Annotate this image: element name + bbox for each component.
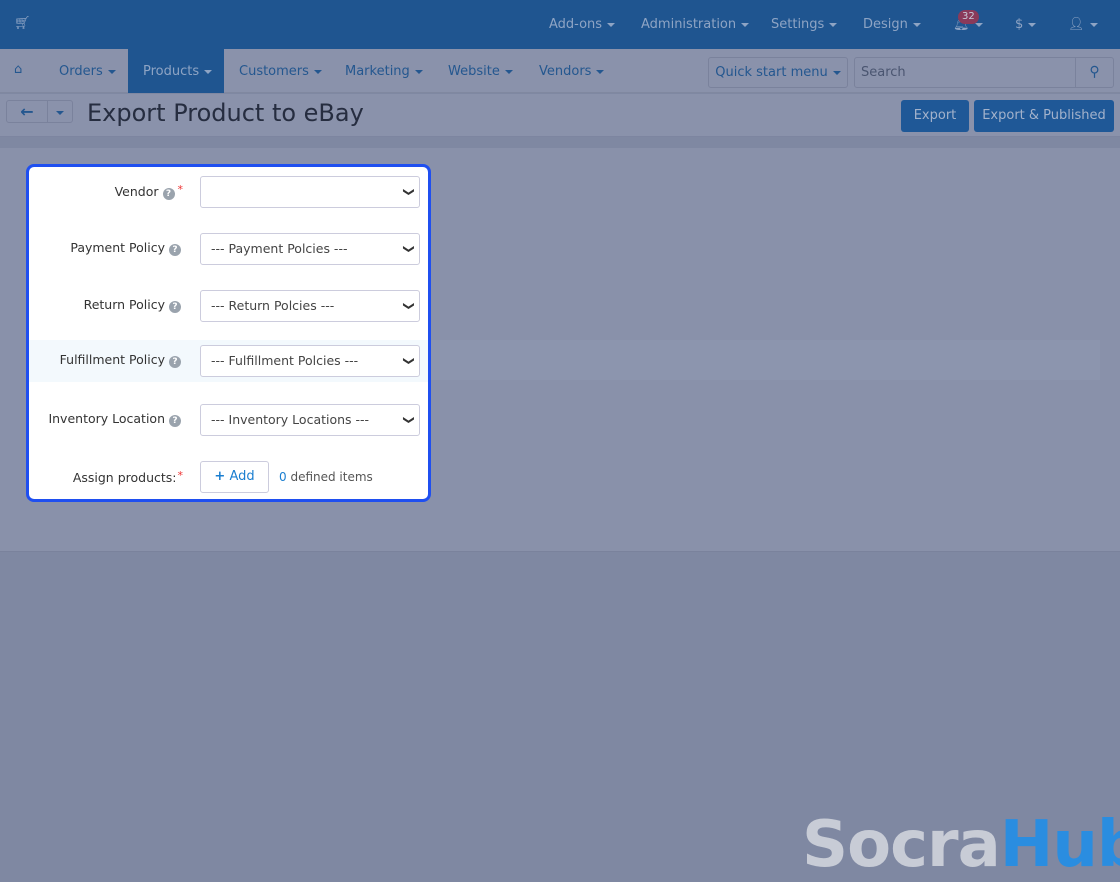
label: Add [229, 469, 255, 484]
label: Design [863, 17, 908, 32]
value: --- Inventory Locations --- [211, 412, 370, 427]
wm-part1: Socra [802, 808, 1001, 882]
text: Inventory Location [48, 411, 165, 426]
add-products-button[interactable]: + Add [200, 461, 269, 493]
label: Orders [59, 64, 103, 79]
row-highlight [430, 340, 1100, 380]
assign-label: Assign products:* [73, 469, 183, 485]
payment-row: Payment Policy? --- Payment Polcies --- ❯ [29, 228, 428, 270]
export-form: Vendor? * ❯ Payment Policy? --- Payment P… [26, 164, 431, 502]
return-label: Return Policy? [84, 297, 181, 313]
help-icon[interactable]: ? [169, 415, 181, 427]
return-row: Return Policy? --- Return Polcies --- ❯ [29, 285, 428, 327]
label: Quick start menu [715, 65, 828, 80]
required-mark: * [177, 183, 184, 196]
user-icon[interactable]: 👤︎ [1068, 17, 1098, 32]
export-published-button[interactable]: Export & Published [974, 100, 1114, 132]
back-dropdown[interactable] [47, 100, 73, 123]
required-mark: * [177, 469, 184, 482]
notification-badge: 32 [958, 10, 979, 24]
inventory-location-select[interactable]: --- Inventory Locations --- ❯ [200, 404, 420, 436]
plus-icon: + [214, 469, 226, 484]
payment-policy-select[interactable]: --- Payment Polcies --- ❯ [200, 233, 420, 265]
chevron-down-icon: ❯ [402, 187, 416, 197]
defined-items-count: 0 defined items [279, 470, 373, 484]
nav-marketing[interactable]: Marketing [345, 64, 423, 79]
nav-orders[interactable]: Orders [59, 64, 116, 79]
currency-menu[interactable]: $ [1015, 17, 1037, 32]
text: Vendor [114, 184, 159, 199]
help-icon[interactable]: ? [169, 301, 181, 313]
menu-administration[interactable]: Administration [641, 17, 750, 32]
text: Return Policy [83, 297, 165, 312]
fulfillment-policy-select[interactable]: --- Fulfillment Polcies --- ❯ [200, 345, 420, 377]
wm-part2: Hub [999, 808, 1120, 882]
menu-settings[interactable]: Settings [771, 17, 838, 32]
help-icon[interactable]: ? [169, 356, 181, 368]
search-icon[interactable]: ⚲ [1075, 58, 1113, 87]
fulfillment-row: Fulfillment Policy? --- Fulfillment Polc… [29, 340, 428, 382]
vendor-select[interactable]: ❯ [200, 176, 420, 208]
label: Customers [239, 64, 309, 79]
search-input[interactable] [855, 58, 1075, 87]
assign-row: Assign products:* + Add 0 defined items [29, 458, 428, 499]
payment-label: Payment Policy? [70, 240, 181, 256]
label: Administration [641, 17, 737, 32]
inventory-label: Inventory Location? [48, 411, 181, 427]
chevron-down-icon: ❯ [402, 244, 416, 254]
page-title: Export Product to eBay [87, 99, 364, 127]
chevron-down-icon: ❯ [402, 301, 416, 311]
vendor-row: Vendor? * ❯ [29, 171, 428, 213]
help-icon[interactable]: ? [169, 244, 181, 256]
value: --- Return Polcies --- [211, 298, 335, 313]
nav-products[interactable]: Products [143, 64, 213, 79]
label: Products [143, 64, 200, 79]
return-policy-select[interactable]: --- Return Polcies --- ❯ [200, 290, 420, 322]
count: 0 [279, 470, 287, 484]
menu-design[interactable]: Design [863, 17, 921, 32]
socrahub-watermark: SocraHub [802, 808, 1120, 882]
menu-addons[interactable]: Add-ons [549, 17, 616, 32]
label: $ [1015, 17, 1024, 32]
label: Add-ons [549, 17, 603, 32]
back-button[interactable]: ← [6, 100, 48, 123]
label: Website [448, 64, 500, 79]
label: Vendors [539, 64, 592, 79]
help-icon[interactable]: ? [162, 188, 175, 200]
chevron-down-icon: ❯ [402, 415, 416, 425]
nav-vendors[interactable]: Vendors [539, 64, 605, 79]
chevron-down-icon: ❯ [402, 356, 416, 366]
label: Settings [771, 17, 825, 32]
fulfillment-label: Fulfillment Policy? [60, 352, 181, 368]
text: Payment Policy [70, 240, 165, 255]
cart-icon[interactable]: 🛒︎ [14, 16, 31, 31]
text: Fulfillment Policy [59, 352, 165, 367]
search-box: ⚲ [854, 57, 1114, 88]
home-icon[interactable]: ⌂ [14, 62, 22, 77]
quick-start-menu[interactable]: Quick start menu [708, 57, 848, 88]
text: Assign products: [72, 470, 177, 485]
nav-customers[interactable]: Customers [239, 64, 322, 79]
inventory-row: Inventory Location? --- Inventory Locati… [29, 399, 428, 441]
vendor-label: Vendor? * [115, 183, 183, 200]
top-bar: 🛒︎ Add-ons Administration Settings Desig… [0, 0, 1120, 49]
export-button[interactable]: Export [901, 100, 969, 132]
label: Marketing [345, 64, 410, 79]
suffix: defined items [286, 470, 373, 484]
value: --- Fulfillment Polcies --- [211, 353, 359, 368]
nav-website[interactable]: Website [448, 64, 513, 79]
value: --- Payment Polcies --- [211, 241, 348, 256]
